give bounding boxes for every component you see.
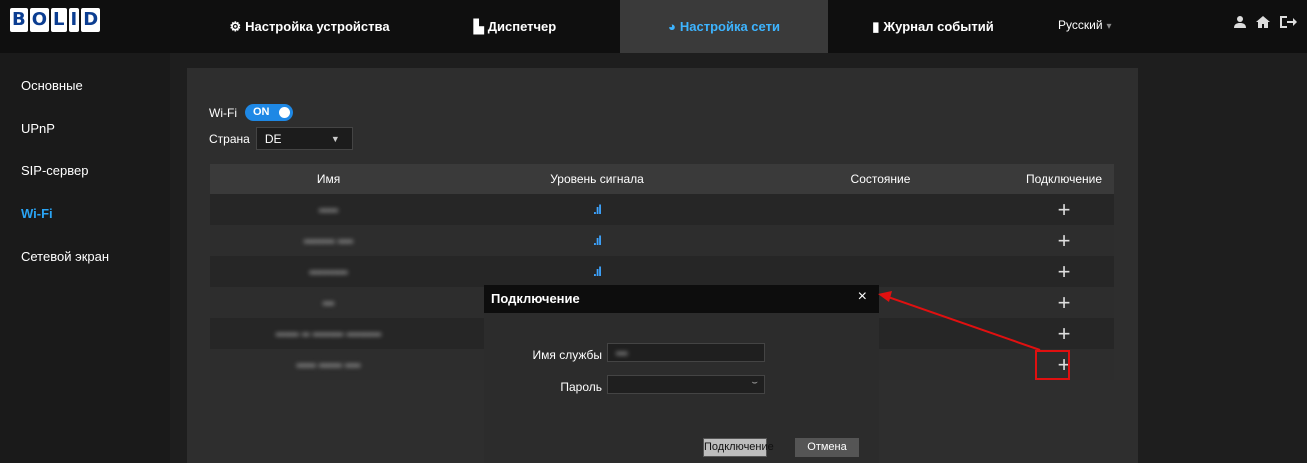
annotation-arrow [887,296,1041,351]
annotation-arrowhead [878,291,892,302]
annotation-highlight-box [1035,350,1070,380]
annotation-overlay [878,291,1070,380]
